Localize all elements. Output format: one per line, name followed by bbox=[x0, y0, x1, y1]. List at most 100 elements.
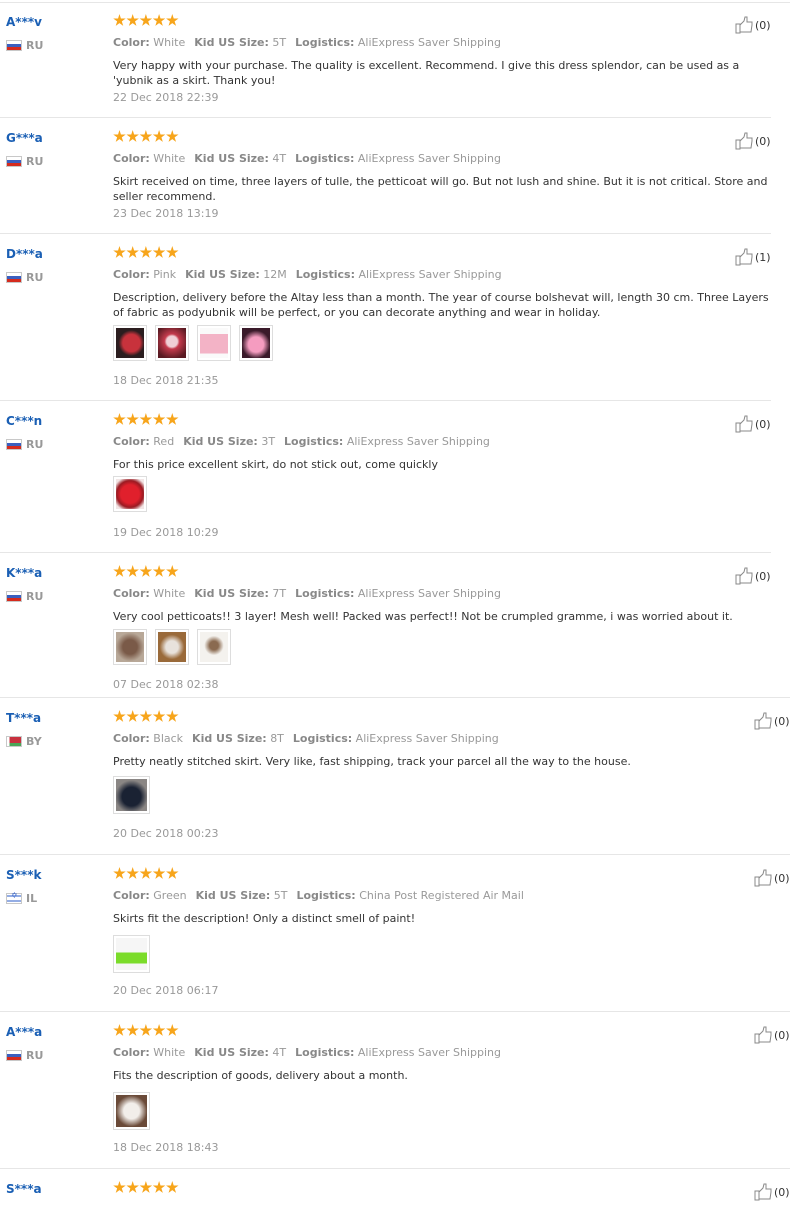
review-date: 19 Dec 2018 10:29 bbox=[113, 526, 219, 539]
rating-stars bbox=[113, 130, 179, 144]
review-photo-thumbnail[interactable] bbox=[113, 325, 147, 361]
star-icon bbox=[166, 867, 179, 879]
reviewer-name[interactable]: S***k bbox=[6, 868, 41, 882]
star-icon bbox=[126, 565, 139, 577]
star-icon bbox=[139, 565, 153, 577]
review-date: 23 Dec 2018 13:19 bbox=[113, 207, 219, 220]
reviewer-name[interactable]: T***a bbox=[6, 711, 41, 725]
review-item: A***a RU Color: White Kid US Size: 4T Logi… bbox=[0, 1012, 790, 1169]
star-icon bbox=[166, 565, 179, 577]
star-icon bbox=[152, 867, 166, 879]
star-icon bbox=[166, 1181, 179, 1193]
star-icon bbox=[139, 710, 153, 722]
star-icon bbox=[126, 246, 139, 258]
russia-flag-icon bbox=[6, 1050, 22, 1061]
thumbs-up-icon bbox=[735, 415, 753, 433]
helpful-count: (0) bbox=[755, 134, 771, 148]
review-photo-thumbnail[interactable] bbox=[155, 629, 189, 665]
reviewer-name[interactable]: K***a bbox=[6, 566, 42, 580]
reviewer-name[interactable]: G***a bbox=[6, 131, 43, 145]
review-text: Fits the description of goods, delivery … bbox=[113, 1069, 408, 1082]
star-icon bbox=[139, 1181, 153, 1193]
review-photos bbox=[113, 476, 147, 512]
thumbs-up-icon bbox=[754, 869, 772, 887]
review-photos bbox=[113, 325, 273, 361]
review-photos bbox=[113, 629, 231, 665]
review-photo-thumbnail[interactable] bbox=[197, 629, 231, 665]
order-info: Color: White Kid US Size: 4T Logistics: Al… bbox=[113, 1046, 501, 1059]
helpful-button[interactable]: (0) bbox=[735, 567, 771, 585]
order-info: Color: White Kid US Size: 7T Logistics: Al… bbox=[113, 587, 501, 600]
helpful-button[interactable]: (0) bbox=[754, 869, 790, 887]
rating-stars bbox=[113, 710, 179, 724]
star-icon bbox=[126, 413, 139, 425]
reviewer-country: RU bbox=[6, 39, 43, 52]
country-code: RU bbox=[26, 1049, 44, 1062]
thumbs-up-icon bbox=[735, 248, 753, 266]
review-text: Very cool petticoats!! 3 layer! Mesh wel… bbox=[113, 610, 733, 623]
review-photo-thumbnail[interactable] bbox=[113, 935, 150, 973]
helpful-button[interactable]: (0) bbox=[735, 415, 771, 433]
reviewer-country: RU bbox=[6, 438, 43, 451]
review-photo-thumbnail[interactable] bbox=[113, 776, 150, 814]
rating-stars bbox=[113, 1181, 179, 1195]
review-photo-thumbnail[interactable] bbox=[113, 629, 147, 665]
review-text: Description, delivery before the Altay l… bbox=[113, 291, 769, 319]
review-photo-thumbnail[interactable] bbox=[239, 325, 273, 361]
review-item: S***a (0) bbox=[0, 1169, 790, 1209]
star-icon bbox=[126, 130, 139, 142]
helpful-button[interactable]: (1) bbox=[735, 248, 771, 266]
reviewer-name[interactable]: A***a bbox=[6, 1025, 42, 1039]
star-icon bbox=[113, 14, 126, 26]
reviewer-name[interactable]: D***a bbox=[6, 247, 43, 261]
star-icon bbox=[166, 130, 179, 142]
review-text: For this price excellent skirt, do not s… bbox=[113, 458, 438, 471]
review-photo-thumbnail[interactable] bbox=[113, 476, 147, 512]
country-code: RU bbox=[26, 271, 44, 284]
reviewer-name[interactable]: S***a bbox=[6, 1182, 42, 1196]
review-photos bbox=[113, 776, 150, 814]
star-icon bbox=[152, 130, 166, 142]
star-icon bbox=[166, 413, 179, 425]
star-icon bbox=[113, 1024, 126, 1036]
star-icon bbox=[126, 1181, 139, 1193]
order-info: Color: Pink Kid US Size: 12M Logistics: Al… bbox=[113, 268, 502, 281]
helpful-button[interactable]: (0) bbox=[754, 1183, 790, 1201]
review-photos bbox=[113, 1092, 150, 1130]
order-info: Color: Red Kid US Size: 3T Logistics: AliE… bbox=[113, 435, 490, 448]
helpful-count: (0) bbox=[755, 18, 771, 32]
israel-flag-icon bbox=[6, 891, 22, 904]
review-photo-thumbnail[interactable] bbox=[155, 325, 189, 361]
star-icon bbox=[152, 14, 166, 26]
review-photo-thumbnail[interactable] bbox=[197, 325, 231, 361]
helpful-button[interactable]: (0) bbox=[754, 1026, 790, 1044]
russia-flag-icon bbox=[6, 272, 22, 283]
review-text: Very happy with your purchase. The quali… bbox=[113, 59, 740, 87]
reviewer-country: BY bbox=[6, 735, 42, 748]
helpful-button[interactable]: (0) bbox=[754, 712, 790, 730]
helpful-button[interactable]: (0) bbox=[735, 16, 771, 34]
rating-stars bbox=[113, 1024, 179, 1038]
star-icon bbox=[113, 130, 126, 142]
rating-stars bbox=[113, 867, 179, 881]
helpful-button[interactable]: (0) bbox=[735, 132, 771, 150]
belarus-flag-icon bbox=[6, 736, 22, 747]
reviewer-name[interactable]: A***v bbox=[6, 15, 42, 29]
thumbs-up-icon bbox=[754, 712, 772, 730]
thumbs-up-icon bbox=[735, 132, 753, 150]
star-icon bbox=[166, 14, 179, 26]
rating-stars bbox=[113, 246, 179, 260]
review-item: G***a RU Color: White Kid US Size: 4T Logi… bbox=[0, 118, 771, 234]
review-item: D***a RU Color: Pink Kid US Size: 12M Logi… bbox=[0, 234, 771, 401]
review-photo-thumbnail[interactable] bbox=[113, 1092, 150, 1130]
star-icon bbox=[166, 1024, 179, 1036]
country-code: RU bbox=[26, 438, 44, 451]
reviewer-name[interactable]: C***n bbox=[6, 414, 42, 428]
reviewer-country: IL bbox=[6, 891, 38, 905]
reviews-page: A***v RU Color: White Kid US Size: 5T Logi… bbox=[0, 0, 800, 1201]
star-icon bbox=[139, 413, 153, 425]
country-code: IL bbox=[26, 892, 38, 905]
star-icon bbox=[166, 246, 179, 258]
review-text: Skirts fit the description! Only a disti… bbox=[113, 912, 416, 925]
review-item: S***k IL Color: GreenKid US Size: 5TLogi… bbox=[0, 855, 790, 1012]
